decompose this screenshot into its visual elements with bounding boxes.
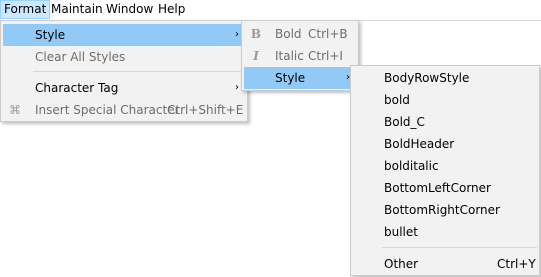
other-shortcut: Ctrl+Y	[497, 257, 536, 271]
menu-separator	[382, 247, 537, 248]
clear-all-styles-item[interactable]: Clear All Styles	[3, 46, 245, 68]
chevron-right-icon: ›	[235, 29, 239, 40]
insert-special-character-shortcut: Ctrl+Shift+E	[167, 103, 244, 117]
style-label: Style	[275, 71, 306, 85]
insert-special-character-item[interactable]: ⌘ Insert Special Character Ctrl+Shift+E	[3, 99, 245, 121]
style-name: BottomRightCorner	[384, 203, 500, 217]
style-submenu-style-item[interactable]: Style ›	[244, 67, 356, 89]
clear-all-styles-label: Clear All Styles	[35, 50, 126, 64]
style-name: BoldHeader	[384, 137, 455, 151]
special-character-icon: ⌘	[9, 103, 21, 117]
style-name: bolditalic	[384, 159, 439, 173]
bold-shortcut: Ctrl+B	[308, 27, 348, 41]
style-submenu: B Bold Ctrl+B I Italic Ctrl+I Style ›	[241, 20, 359, 91]
list-item[interactable]: Bold_C	[353, 111, 537, 133]
menu-help[interactable]: Help	[155, 0, 188, 19]
menu-format[interactable]: Format	[0, 0, 51, 19]
menu-maintain[interactable]: Maintain	[48, 0, 106, 19]
style-list-menu: BodyRowStyle bold Bold_C BoldHeader bold…	[350, 65, 540, 276]
other-item[interactable]: Other Ctrl+Y	[353, 253, 537, 275]
style-name: BottomLeftCorner	[384, 181, 491, 195]
format-menu: Style › Clear All Styles Character Tag ›…	[0, 20, 248, 122]
list-item[interactable]: BoldHeader	[353, 133, 537, 155]
format-style-label: Style	[35, 28, 66, 42]
style-name: bullet	[384, 225, 418, 239]
bold-icon: B	[250, 27, 262, 41]
list-item[interactable]: BottomRightCorner	[353, 199, 537, 221]
menu-window[interactable]: Window	[103, 0, 156, 19]
italic-label: Italic	[275, 49, 304, 63]
italic-item[interactable]: I Italic Ctrl+I	[244, 45, 356, 67]
list-item[interactable]: bullet	[353, 221, 537, 243]
italic-shortcut: Ctrl+I	[308, 49, 343, 63]
other-label: Other	[384, 257, 419, 271]
format-style-item[interactable]: Style ›	[3, 24, 245, 46]
style-name: BodyRowStyle	[384, 71, 470, 85]
list-item[interactable]: BottomLeftCorner	[353, 177, 537, 199]
chevron-right-icon: ›	[235, 82, 239, 93]
character-tag-label: Character Tag	[35, 81, 119, 95]
menu-separator	[33, 71, 245, 72]
style-name: bold	[384, 93, 410, 107]
list-item[interactable]: BodyRowStyle	[353, 67, 537, 89]
bold-item[interactable]: B Bold Ctrl+B	[244, 23, 356, 45]
style-name: Bold_C	[384, 115, 425, 129]
italic-icon: I	[253, 49, 259, 63]
menu-bar: Format Maintain Window Help	[0, 0, 541, 21]
list-item[interactable]: bolditalic	[353, 155, 537, 177]
bold-label: Bold	[275, 27, 302, 41]
character-tag-item[interactable]: Character Tag ›	[3, 77, 245, 99]
insert-special-character-label: Insert Special Character	[35, 103, 180, 117]
list-item[interactable]: bold	[353, 89, 537, 111]
